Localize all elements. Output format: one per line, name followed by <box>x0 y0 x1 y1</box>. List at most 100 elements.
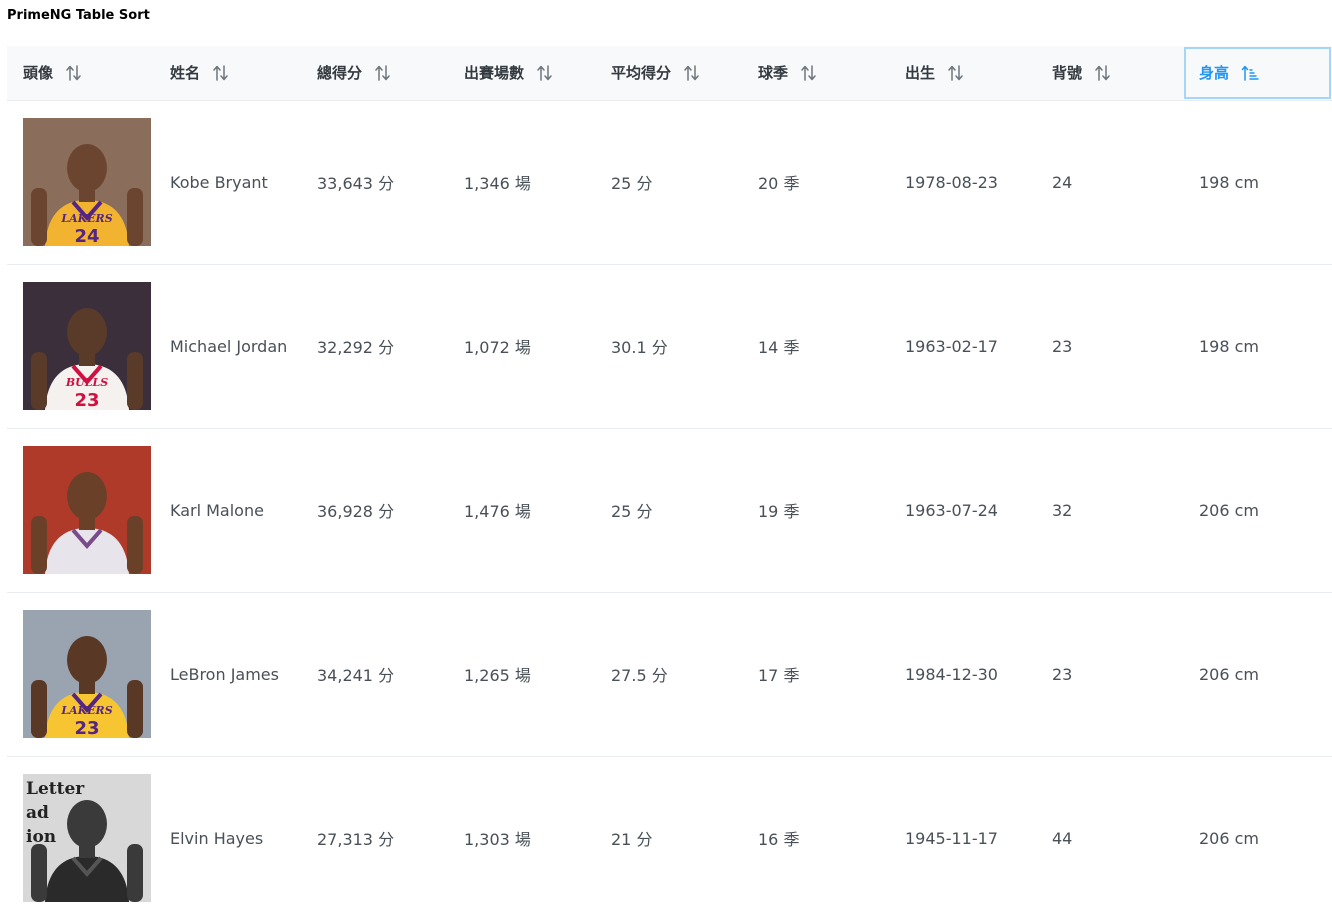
column-header-height[interactable]: 身高 <box>1183 46 1332 101</box>
column-header-content: 出賽場數 <box>464 62 554 83</box>
table-row: Karl Malone 36,928 分 1,476 場 25 分 19 季 1963-0… <box>7 428 1332 593</box>
cell-seasons: 14 季 <box>742 264 889 429</box>
cell-avatar: LAKERS 23 <box>7 592 154 757</box>
cell-points: 34,241 分 <box>301 592 448 757</box>
cell-avg: 25 分 <box>595 100 742 265</box>
sort-alt-icon[interactable] <box>683 64 701 82</box>
column-header-label: 出生 <box>905 64 936 83</box>
cell-avg: 25 分 <box>595 428 742 593</box>
column-header-content: 平均得分 <box>611 62 701 83</box>
cell-name: Michael Jordan <box>154 264 301 429</box>
column-header-label: 球季 <box>758 64 789 83</box>
cell-seasons: 17 季 <box>742 592 889 757</box>
svg-text:Letter: Letter <box>26 779 85 799</box>
cell-seasons: 16 季 <box>758 830 800 850</box>
sort-alt-icon[interactable] <box>1094 64 1112 82</box>
table-row: BULLS 23 Michael Jordan 32,292 分 1,072 場 30.1… <box>7 264 1332 429</box>
column-header-birth[interactable]: 出生 <box>889 46 1036 101</box>
cell-height: 198 cm <box>1183 100 1332 265</box>
cell-seasons: 20 季 <box>742 100 889 265</box>
column-header-content: 姓名 <box>170 62 230 83</box>
cell-games: 1,476 場 <box>448 428 595 593</box>
cell-points: 36,928 分 <box>301 428 448 593</box>
cell-birth: 1978-08-23 <box>889 100 1036 265</box>
cell-name: Elvin Hayes <box>170 828 264 848</box>
avatar: BULLS 23 <box>23 282 151 410</box>
sort-alt-icon[interactable] <box>947 64 965 82</box>
cell-height: 206 cm <box>1183 428 1332 593</box>
column-header-content: 總得分 <box>317 62 392 83</box>
svg-text:ion: ion <box>26 827 56 847</box>
column-header-points[interactable]: 總得分 <box>301 46 448 101</box>
cell-avg: 21 分 <box>611 830 653 850</box>
table-header: 頭像 姓名 總得分 出賽場數 平均得分 球季 出生 背號 身高 <box>7 46 1332 101</box>
cell-seasons: 19 季 <box>742 428 889 593</box>
column-header-content: 背號 <box>1052 62 1112 83</box>
column-header-games[interactable]: 出賽場數 <box>448 46 595 101</box>
avatar: LAKERS 24 <box>23 118 151 246</box>
cell-avatar <box>7 428 154 593</box>
table-row: Letter ad ion Elvin Hayes 27,313 分 1,303 場 21 … <box>7 756 1332 920</box>
cell-avg: 30.1 分 <box>595 264 742 429</box>
column-header-content: 出生 <box>905 62 965 83</box>
column-header-label: 身高 <box>1199 64 1230 83</box>
sort-alt-icon[interactable] <box>65 64 83 82</box>
table-row: LAKERS 24 Kobe Bryant 33,643 分 1,346 場 25 分 20… <box>7 100 1332 265</box>
cell-avatar: BULLS 23 <box>7 264 154 429</box>
cell-name: Kobe Bryant <box>154 100 301 265</box>
column-header-label: 頭像 <box>23 64 54 83</box>
cell-avg: 27.5 分 <box>595 592 742 757</box>
column-header-name[interactable]: 姓名 <box>154 46 301 101</box>
avatar: Letter ad ion <box>23 774 151 903</box>
cell-height: 206 cm <box>1183 592 1332 757</box>
cell-games: 1,346 場 <box>448 100 595 265</box>
avatar <box>23 446 151 574</box>
cell-number: 32 <box>1036 428 1183 593</box>
svg-text:23: 23 <box>74 718 99 738</box>
svg-text:24: 24 <box>74 226 99 246</box>
cell-number: 23 <box>1036 592 1183 757</box>
cell-name: Karl Malone <box>154 428 301 593</box>
column-header-number[interactable]: 背號 <box>1036 46 1183 101</box>
svg-text:LAKERS: LAKERS <box>60 212 112 225</box>
avatar: LAKERS 23 <box>23 610 151 738</box>
cell-points: 32,292 分 <box>301 264 448 429</box>
cell-avatar: Letter ad ion <box>7 756 154 920</box>
cell-name: LeBron James <box>154 592 301 757</box>
cell-birth: 1963-07-24 <box>889 428 1036 593</box>
cell-height: 198 cm <box>1183 264 1332 429</box>
cell-games: 1,265 場 <box>448 592 595 757</box>
cell-height: 206 cm <box>1199 828 1260 848</box>
column-header-label: 平均得分 <box>611 64 672 83</box>
sort-alt-icon[interactable] <box>374 64 392 82</box>
column-header-label: 背號 <box>1052 64 1083 83</box>
cell-number: 24 <box>1036 100 1183 265</box>
column-header-avg[interactable]: 平均得分 <box>595 46 742 101</box>
column-header-label: 出賽場數 <box>464 64 525 83</box>
table-body: LAKERS 24 Kobe Bryant 33,643 分 1,346 場 25 分 20… <box>7 100 1332 920</box>
sortable-table: 頭像 姓名 總得分 出賽場數 平均得分 球季 出生 背號 身高 LAKERS 24 Kobe Bry… <box>7 46 1332 920</box>
sort-alt-icon[interactable] <box>212 64 230 82</box>
svg-text:LAKERS: LAKERS <box>60 704 112 717</box>
players-table: 頭像 姓名 總得分 出賽場數 平均得分 球季 出生 背號 身高 LAKERS 24 Kobe Bry… <box>7 46 1332 920</box>
sort-amount-up-icon[interactable] <box>1241 64 1259 82</box>
cell-birth: 1963-02-17 <box>889 264 1036 429</box>
column-header-content: 球季 <box>758 62 818 83</box>
cell-number: 44 <box>1052 828 1073 848</box>
column-header-content: 身高 <box>1199 62 1259 83</box>
cell-games: 1,072 場 <box>448 264 595 429</box>
sort-alt-icon[interactable] <box>800 64 818 82</box>
cell-number: 23 <box>1036 264 1183 429</box>
cell-birth: 1945-11-17 <box>905 828 998 848</box>
cell-birth: 1984-12-30 <box>889 592 1036 757</box>
column-header-seasons[interactable]: 球季 <box>742 46 889 101</box>
column-header-label: 姓名 <box>170 64 201 83</box>
cell-avatar: LAKERS 24 <box>7 100 154 265</box>
svg-text:23: 23 <box>74 390 99 410</box>
sort-alt-icon[interactable] <box>536 64 554 82</box>
column-header-avatar[interactable]: 頭像 <box>7 46 154 101</box>
cell-points: 27,313 分 <box>317 830 395 850</box>
table-row: LAKERS 23 LeBron James 34,241 分 1,265 場 27.5 … <box>7 592 1332 757</box>
cell-points: 33,643 分 <box>301 100 448 265</box>
header-row: 頭像 姓名 總得分 出賽場數 平均得分 球季 出生 背號 身高 <box>7 46 1332 101</box>
